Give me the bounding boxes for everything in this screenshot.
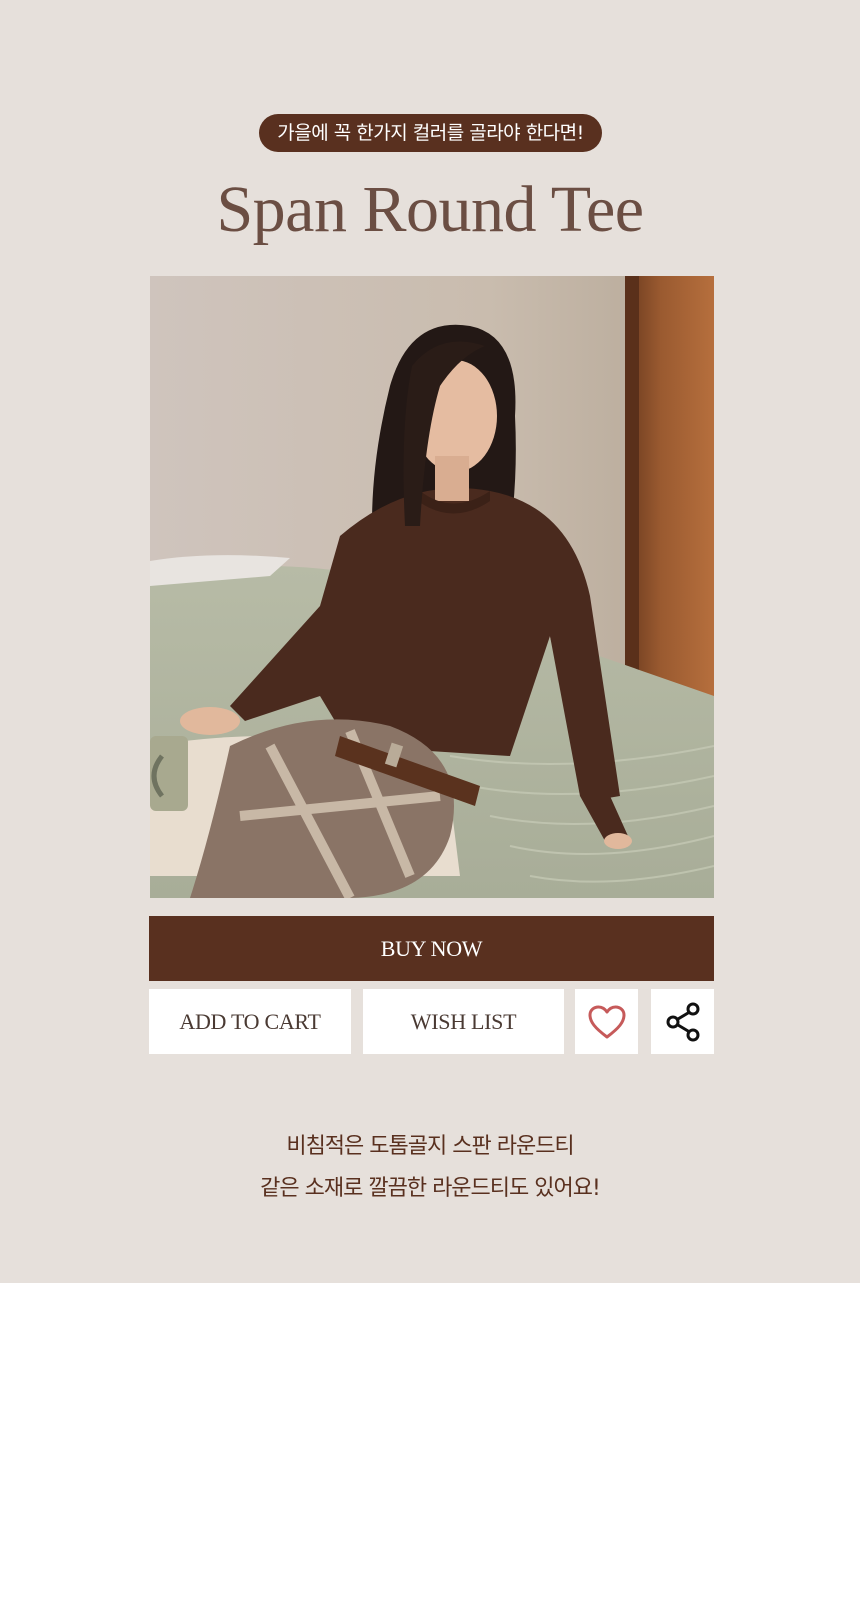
like-button[interactable] [575,989,638,1054]
buy-now-button[interactable]: BUY NOW [149,916,714,981]
product-photo [150,276,714,898]
hero-section: 가을에 꼭 한가지 컬러를 골라야 한다면! Span Round Tee BU… [0,0,860,1283]
share-button[interactable] [651,989,714,1054]
add-to-cart-button[interactable]: ADD TO CART [149,989,351,1054]
heart-icon [588,1005,625,1038]
tagline-badge: 가을에 꼭 한가지 컬러를 골라야 한다면! [259,114,602,152]
description-line-2: 같은 소재로 깔끔한 라운드티도 있어요! [260,1176,601,1201]
wish-list-button[interactable]: WISH LIST [363,989,564,1054]
product-title: Span Round Tee [216,173,644,246]
description-line-1: 비침적은 도톰골지 스판 라운드티 [286,1134,574,1159]
share-icon [666,1002,699,1041]
